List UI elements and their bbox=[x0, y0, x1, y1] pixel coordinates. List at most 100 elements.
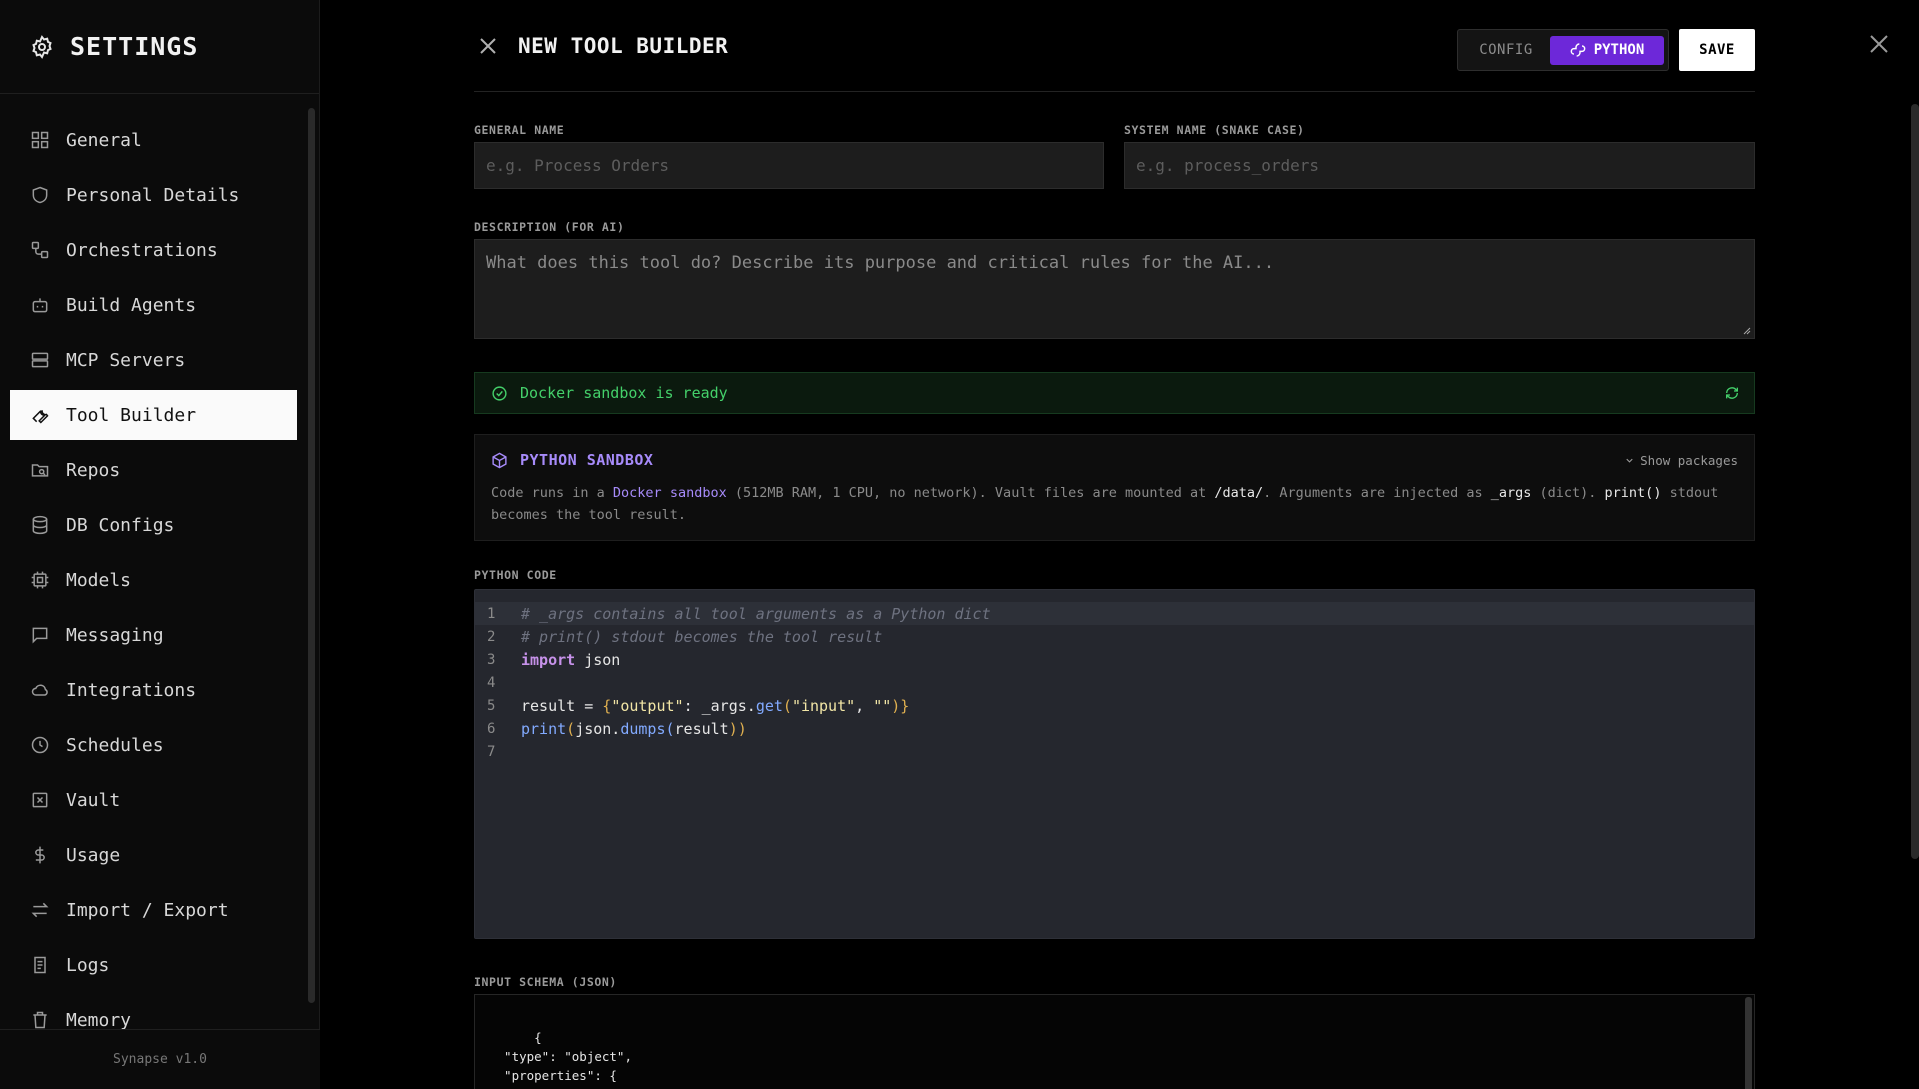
sidebar-title: SETTINGS bbox=[70, 32, 199, 61]
sidebar-item-usage[interactable]: Usage bbox=[10, 830, 297, 880]
line-number: 3 bbox=[487, 651, 496, 668]
general-name-input[interactable]: e.g. Process Orders bbox=[474, 142, 1104, 189]
sandbox-status-text: Docker sandbox is ready bbox=[520, 384, 728, 402]
line-number: 4 bbox=[487, 674, 496, 691]
show-packages-button[interactable]: Show packages bbox=[1624, 453, 1738, 468]
mode-python-label: PYTHON bbox=[1593, 42, 1645, 58]
code-function: print bbox=[521, 719, 567, 738]
cloud-icon bbox=[31, 684, 48, 696]
schema-scrollbar[interactable] bbox=[1745, 997, 1752, 1089]
settings-sidebar: SETTINGS General Personal Details Orches… bbox=[0, 0, 320, 1089]
page-title: NEW TOOL BUILDER bbox=[518, 33, 729, 58]
description-label: DESCRIPTION (FOR AI) bbox=[474, 220, 625, 234]
code-bracket: )} bbox=[891, 696, 910, 715]
main-scrollbar[interactable] bbox=[1911, 104, 1919, 859]
input-schema-label: INPUT SCHEMA (JSON) bbox=[474, 975, 617, 989]
sidebar-item-label: General bbox=[66, 129, 142, 151]
code-text: : _args. bbox=[683, 696, 756, 715]
sidebar-item-db-configs[interactable]: DB Configs bbox=[10, 500, 297, 550]
sandbox-status-banner: Docker sandbox is ready bbox=[474, 372, 1755, 414]
line-number: 7 bbox=[487, 743, 496, 760]
python-sandbox-panel: PYTHON SANDBOX Show packages Code runs i… bbox=[474, 434, 1755, 541]
sidebar-item-label: Logs bbox=[66, 954, 110, 976]
sandbox-description: Code runs in a Docker sandbox (512MB RAM… bbox=[491, 482, 1738, 526]
chevron-down-icon bbox=[1626, 458, 1633, 463]
close-icon[interactable] bbox=[476, 34, 500, 58]
wrench-icon bbox=[32, 410, 49, 424]
sidebar-item-label: DB Configs bbox=[66, 514, 175, 536]
system-name-input[interactable]: e.g. process_orders bbox=[1124, 142, 1755, 189]
close-icon[interactable] bbox=[1867, 32, 1891, 56]
description-placeholder: What does this tool do? Describe its pur… bbox=[486, 253, 1275, 273]
mode-config-button[interactable]: CONFIG bbox=[1462, 42, 1550, 58]
code-line: 5 result = {"output": _args.get("input",… bbox=[475, 694, 1754, 717]
sidebar-item-tool-builder[interactable]: Tool Builder bbox=[10, 390, 297, 440]
sidebar-item-mcp-servers[interactable]: MCP Servers bbox=[10, 335, 297, 385]
input-schema-text: { "type": "object", "properties": { "inp… bbox=[504, 1030, 632, 1089]
description-textarea[interactable]: What does this tool do? Describe its pur… bbox=[474, 239, 1755, 339]
python-code-label: PYTHON CODE bbox=[474, 568, 557, 582]
sidebar-item-label: Memory bbox=[66, 1009, 132, 1031]
sidebar-item-label: Build Agents bbox=[66, 294, 197, 316]
server-icon bbox=[31, 352, 49, 368]
sandbox-text-part: (512MB RAM, 1 CPU, no network). Vault fi… bbox=[726, 485, 1215, 501]
save-button[interactable]: SAVE bbox=[1679, 29, 1755, 71]
docker-sandbox-link: Docker sandbox bbox=[612, 485, 727, 501]
sidebar-item-vault[interactable]: Vault bbox=[10, 775, 297, 825]
sidebar-item-label: Import / Export bbox=[66, 899, 229, 921]
trash-icon bbox=[33, 1011, 47, 1029]
sandbox-text-part: . Arguments are injected as bbox=[1263, 485, 1491, 501]
input-schema-editor[interactable]: { "type": "object", "properties": { "inp… bbox=[474, 994, 1755, 1089]
cpu-icon bbox=[31, 571, 49, 589]
code-text: result = bbox=[521, 696, 603, 715]
code-text: , bbox=[855, 696, 874, 715]
sidebar-item-schedules[interactable]: Schedules bbox=[10, 720, 297, 770]
sidebar-item-build-agents[interactable]: Build Agents bbox=[10, 280, 297, 330]
sidebar-item-label: Models bbox=[66, 569, 132, 591]
line-number: 5 bbox=[487, 697, 496, 714]
sandbox-title: PYTHON SANDBOX bbox=[520, 451, 654, 469]
database-icon bbox=[32, 515, 48, 535]
sidebar-item-import-export[interactable]: Import / Export bbox=[10, 885, 297, 935]
code-bracket: ( bbox=[566, 719, 576, 738]
sidebar-item-general[interactable]: General bbox=[10, 115, 297, 165]
code-text: result bbox=[674, 719, 729, 738]
sidebar-item-repos[interactable]: Repos bbox=[10, 445, 297, 495]
sidebar-item-label: Integrations bbox=[66, 679, 197, 701]
sidebar-header: SETTINGS bbox=[0, 0, 319, 94]
sidebar-item-integrations[interactable]: Integrations bbox=[10, 665, 297, 715]
arrows-icon bbox=[31, 902, 49, 918]
mode-python-button[interactable]: PYTHON bbox=[1550, 35, 1664, 65]
vault-icon bbox=[32, 792, 48, 808]
sidebar-item-personal-details[interactable]: Personal Details bbox=[10, 170, 297, 220]
code-text: json. bbox=[575, 719, 621, 738]
code-function: dumps bbox=[620, 719, 666, 738]
code-comment: # _args contains all tool arguments as a… bbox=[521, 604, 991, 623]
code-line: 2 # print() stdout becomes the tool resu… bbox=[475, 625, 1754, 648]
code-line: 7 bbox=[475, 740, 1754, 763]
sidebar-item-models[interactable]: Models bbox=[10, 555, 297, 605]
general-name-label: GENERAL NAME bbox=[474, 123, 565, 137]
sidebar-item-messaging[interactable]: Messaging bbox=[10, 610, 297, 660]
message-icon bbox=[32, 627, 48, 644]
sidebar-item-orchestrations[interactable]: Orchestrations bbox=[10, 225, 297, 275]
python-icon bbox=[1570, 43, 1586, 57]
sandbox-text-part: becomes the tool result. bbox=[491, 507, 687, 523]
code-bracket: ( bbox=[665, 719, 675, 738]
check-circle-icon bbox=[492, 385, 507, 401]
python-code-editor[interactable]: 1 # _args contains all tool arguments as… bbox=[474, 589, 1755, 939]
mode-toggle: CONFIG PYTHON bbox=[1457, 29, 1669, 71]
sidebar-scrollbar[interactable] bbox=[308, 108, 315, 1003]
shield-icon bbox=[32, 186, 48, 204]
sidebar-item-logs[interactable]: Logs bbox=[10, 940, 297, 990]
code-string: "input" bbox=[791, 696, 856, 715]
code-line: 1 # _args contains all tool arguments as… bbox=[475, 602, 1754, 625]
code-string: "output" bbox=[611, 696, 684, 715]
resize-grip-icon[interactable] bbox=[1743, 327, 1751, 335]
code-bracket: )) bbox=[728, 719, 747, 738]
refresh-icon[interactable] bbox=[1724, 385, 1740, 401]
code-bracket: { bbox=[602, 696, 612, 715]
print-fn: print() bbox=[1604, 485, 1662, 501]
code-comment: # print() stdout becomes the tool result bbox=[521, 627, 883, 646]
code-line: 4 bbox=[475, 671, 1754, 694]
